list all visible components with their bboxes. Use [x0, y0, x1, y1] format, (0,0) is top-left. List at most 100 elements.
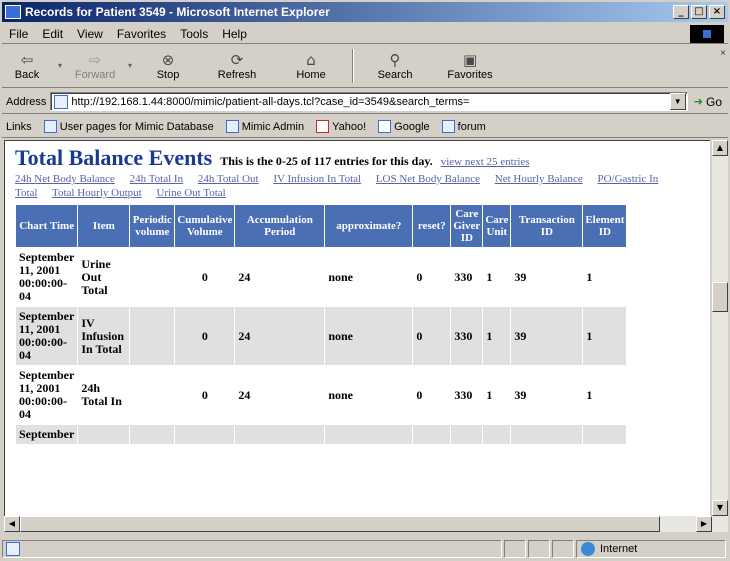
table-cell — [129, 365, 176, 425]
page-status-icon — [6, 541, 20, 556]
menu-file[interactable]: File — [2, 27, 35, 41]
back-button[interactable]: ⇦ Back — [2, 46, 52, 86]
title-bar[interactable]: Records for Patient 3549 - Microsoft Int… — [2, 2, 728, 22]
favorites-icon: ▣ — [462, 51, 478, 69]
yahoo-icon — [316, 120, 330, 133]
link-user-pages[interactable]: User pages for Mimic Database — [38, 120, 220, 133]
menu-tools[interactable]: Tools — [173, 27, 215, 41]
table-row: September — [14, 424, 628, 445]
category-link[interactable]: IV Infusion In Total — [273, 173, 361, 185]
security-zone: Internet — [576, 539, 726, 558]
events-table: Chart Time Item Periodic volume Cumulati… — [14, 204, 628, 445]
horizontal-scroll-thumb[interactable] — [20, 516, 660, 532]
horizontal-scrollbar[interactable]: ◀ ▶ — [4, 516, 712, 532]
refresh-icon: ⟳ — [230, 51, 244, 69]
table-cell: 330 — [450, 365, 484, 425]
page-icon — [225, 120, 239, 133]
table-cell: September — [14, 424, 79, 445]
status-cell — [552, 539, 574, 558]
minimize-button[interactable]: _ — [673, 5, 689, 19]
link-yahoo[interactable]: Yahoo! — [310, 120, 372, 133]
toolbar-close-icon[interactable]: × — [720, 48, 726, 59]
status-cell — [504, 539, 526, 558]
window-title: Records for Patient 3549 - Microsoft Int… — [25, 5, 330, 19]
menu-help[interactable]: Help — [215, 27, 254, 41]
menu-edit[interactable]: Edit — [35, 27, 70, 41]
table-cell: none — [324, 247, 414, 307]
close-button[interactable]: × — [709, 5, 725, 19]
table-cell: none — [324, 306, 414, 366]
address-bar: Address http://192.168.1.44:8000/mimic/p… — [2, 90, 728, 114]
table-cell — [234, 424, 326, 445]
table-cell — [129, 247, 176, 307]
page-icon — [54, 94, 69, 109]
table-cell: 1 — [482, 247, 512, 307]
table-cell — [412, 424, 452, 445]
windows-logo-icon — [690, 25, 724, 43]
table-cell — [77, 424, 131, 445]
category-link[interactable]: Total Hourly Output — [52, 187, 142, 199]
link-mimic-admin[interactable]: Mimic Admin — [220, 120, 310, 133]
refresh-label: Refresh — [217, 69, 257, 81]
google-icon — [378, 120, 392, 133]
category-link[interactable]: 24h Net Body Balance — [15, 173, 115, 185]
column-header: Item — [77, 204, 131, 248]
link-google[interactable]: Google — [372, 120, 435, 133]
stop-button[interactable]: ⊗ Stop — [138, 46, 198, 86]
link-mimic-admin-label: Mimic Admin — [241, 120, 305, 133]
go-label: Go — [705, 94, 722, 109]
table-cell: September 11, 2001 00:00:00-04 — [14, 365, 79, 425]
address-url[interactable]: http://192.168.1.44:8000/mimic/patient-a… — [71, 96, 469, 108]
table-cell: 0 — [174, 306, 236, 366]
go-arrow-icon: ➜ — [693, 95, 703, 108]
link-yahoo-label: Yahoo! — [332, 120, 367, 133]
table-cell — [510, 424, 584, 445]
table-cell: 1 — [582, 365, 628, 425]
toolbar-separator — [352, 49, 355, 83]
category-link[interactable]: 24h Total In — [130, 173, 183, 185]
table-cell: 39 — [510, 247, 584, 307]
link-forum[interactable]: forum — [436, 120, 492, 133]
table-cell: 0 — [412, 247, 452, 307]
forward-button[interactable]: ⇨ Forward — [68, 46, 122, 86]
category-link[interactable]: LOS Net Body Balance — [376, 173, 480, 185]
maximize-button[interactable]: □ — [691, 5, 707, 19]
address-input[interactable]: http://192.168.1.44:8000/mimic/patient-a… — [50, 92, 688, 111]
scroll-left-icon[interactable]: ◀ — [4, 516, 20, 532]
forward-label: Forward — [74, 69, 116, 81]
table-cell — [582, 424, 628, 445]
category-link[interactable]: Net Hourly Balance — [495, 173, 583, 185]
favorites-button[interactable]: ▣ Favorites — [430, 46, 510, 86]
status-message-cell — [2, 539, 502, 558]
refresh-button[interactable]: ⟳ Refresh — [198, 46, 276, 86]
back-dropdown-icon[interactable]: ▾ — [58, 46, 62, 86]
scroll-down-icon[interactable]: ▼ — [712, 500, 728, 516]
vertical-scrollbar[interactable]: ▲ ▼ — [712, 140, 728, 532]
menu-view[interactable]: View — [70, 27, 110, 41]
view-next-link[interactable]: view next 25 entries — [441, 156, 530, 168]
page-content: Total Balance Events This is the 0-25 of… — [14, 145, 710, 445]
link-google-label: Google — [394, 120, 430, 133]
column-header: Care Unit — [482, 204, 512, 248]
address-dropdown-icon[interactable]: ▼ — [669, 93, 686, 110]
scroll-right-icon[interactable]: ▶ — [696, 516, 712, 532]
table-cell — [482, 424, 512, 445]
category-link[interactable]: Urine Out Total — [156, 187, 225, 199]
vertical-scroll-thumb[interactable] — [712, 282, 728, 312]
table-cell — [324, 424, 414, 445]
home-button[interactable]: ⌂ Home — [276, 46, 346, 86]
page-viewport[interactable]: Total Balance Events This is the 0-25 of… — [4, 140, 710, 532]
standard-toolbar: ⇦ Back ▾ ⇨ Forward ▾ ⊗ Stop ⟳ Refresh ⌂ … — [2, 46, 728, 88]
table-cell: 39 — [510, 365, 584, 425]
entries-count-text: This is the 0-25 of 117 entries for this… — [220, 154, 433, 168]
links-bar: Links User pages for Mimic Database Mimi… — [2, 116, 728, 138]
forward-dropdown-icon[interactable]: ▾ — [128, 46, 132, 86]
column-header: Accumulation Period — [234, 204, 326, 248]
menu-favorites[interactable]: Favorites — [110, 27, 173, 41]
scroll-up-icon[interactable]: ▲ — [712, 140, 728, 156]
category-link[interactable]: 24h Total Out — [198, 173, 259, 185]
search-button[interactable]: ⚲ Search — [360, 46, 430, 86]
page-icon — [441, 120, 455, 133]
go-button[interactable]: ➜ Go — [688, 95, 728, 109]
table-cell: 0 — [412, 365, 452, 425]
